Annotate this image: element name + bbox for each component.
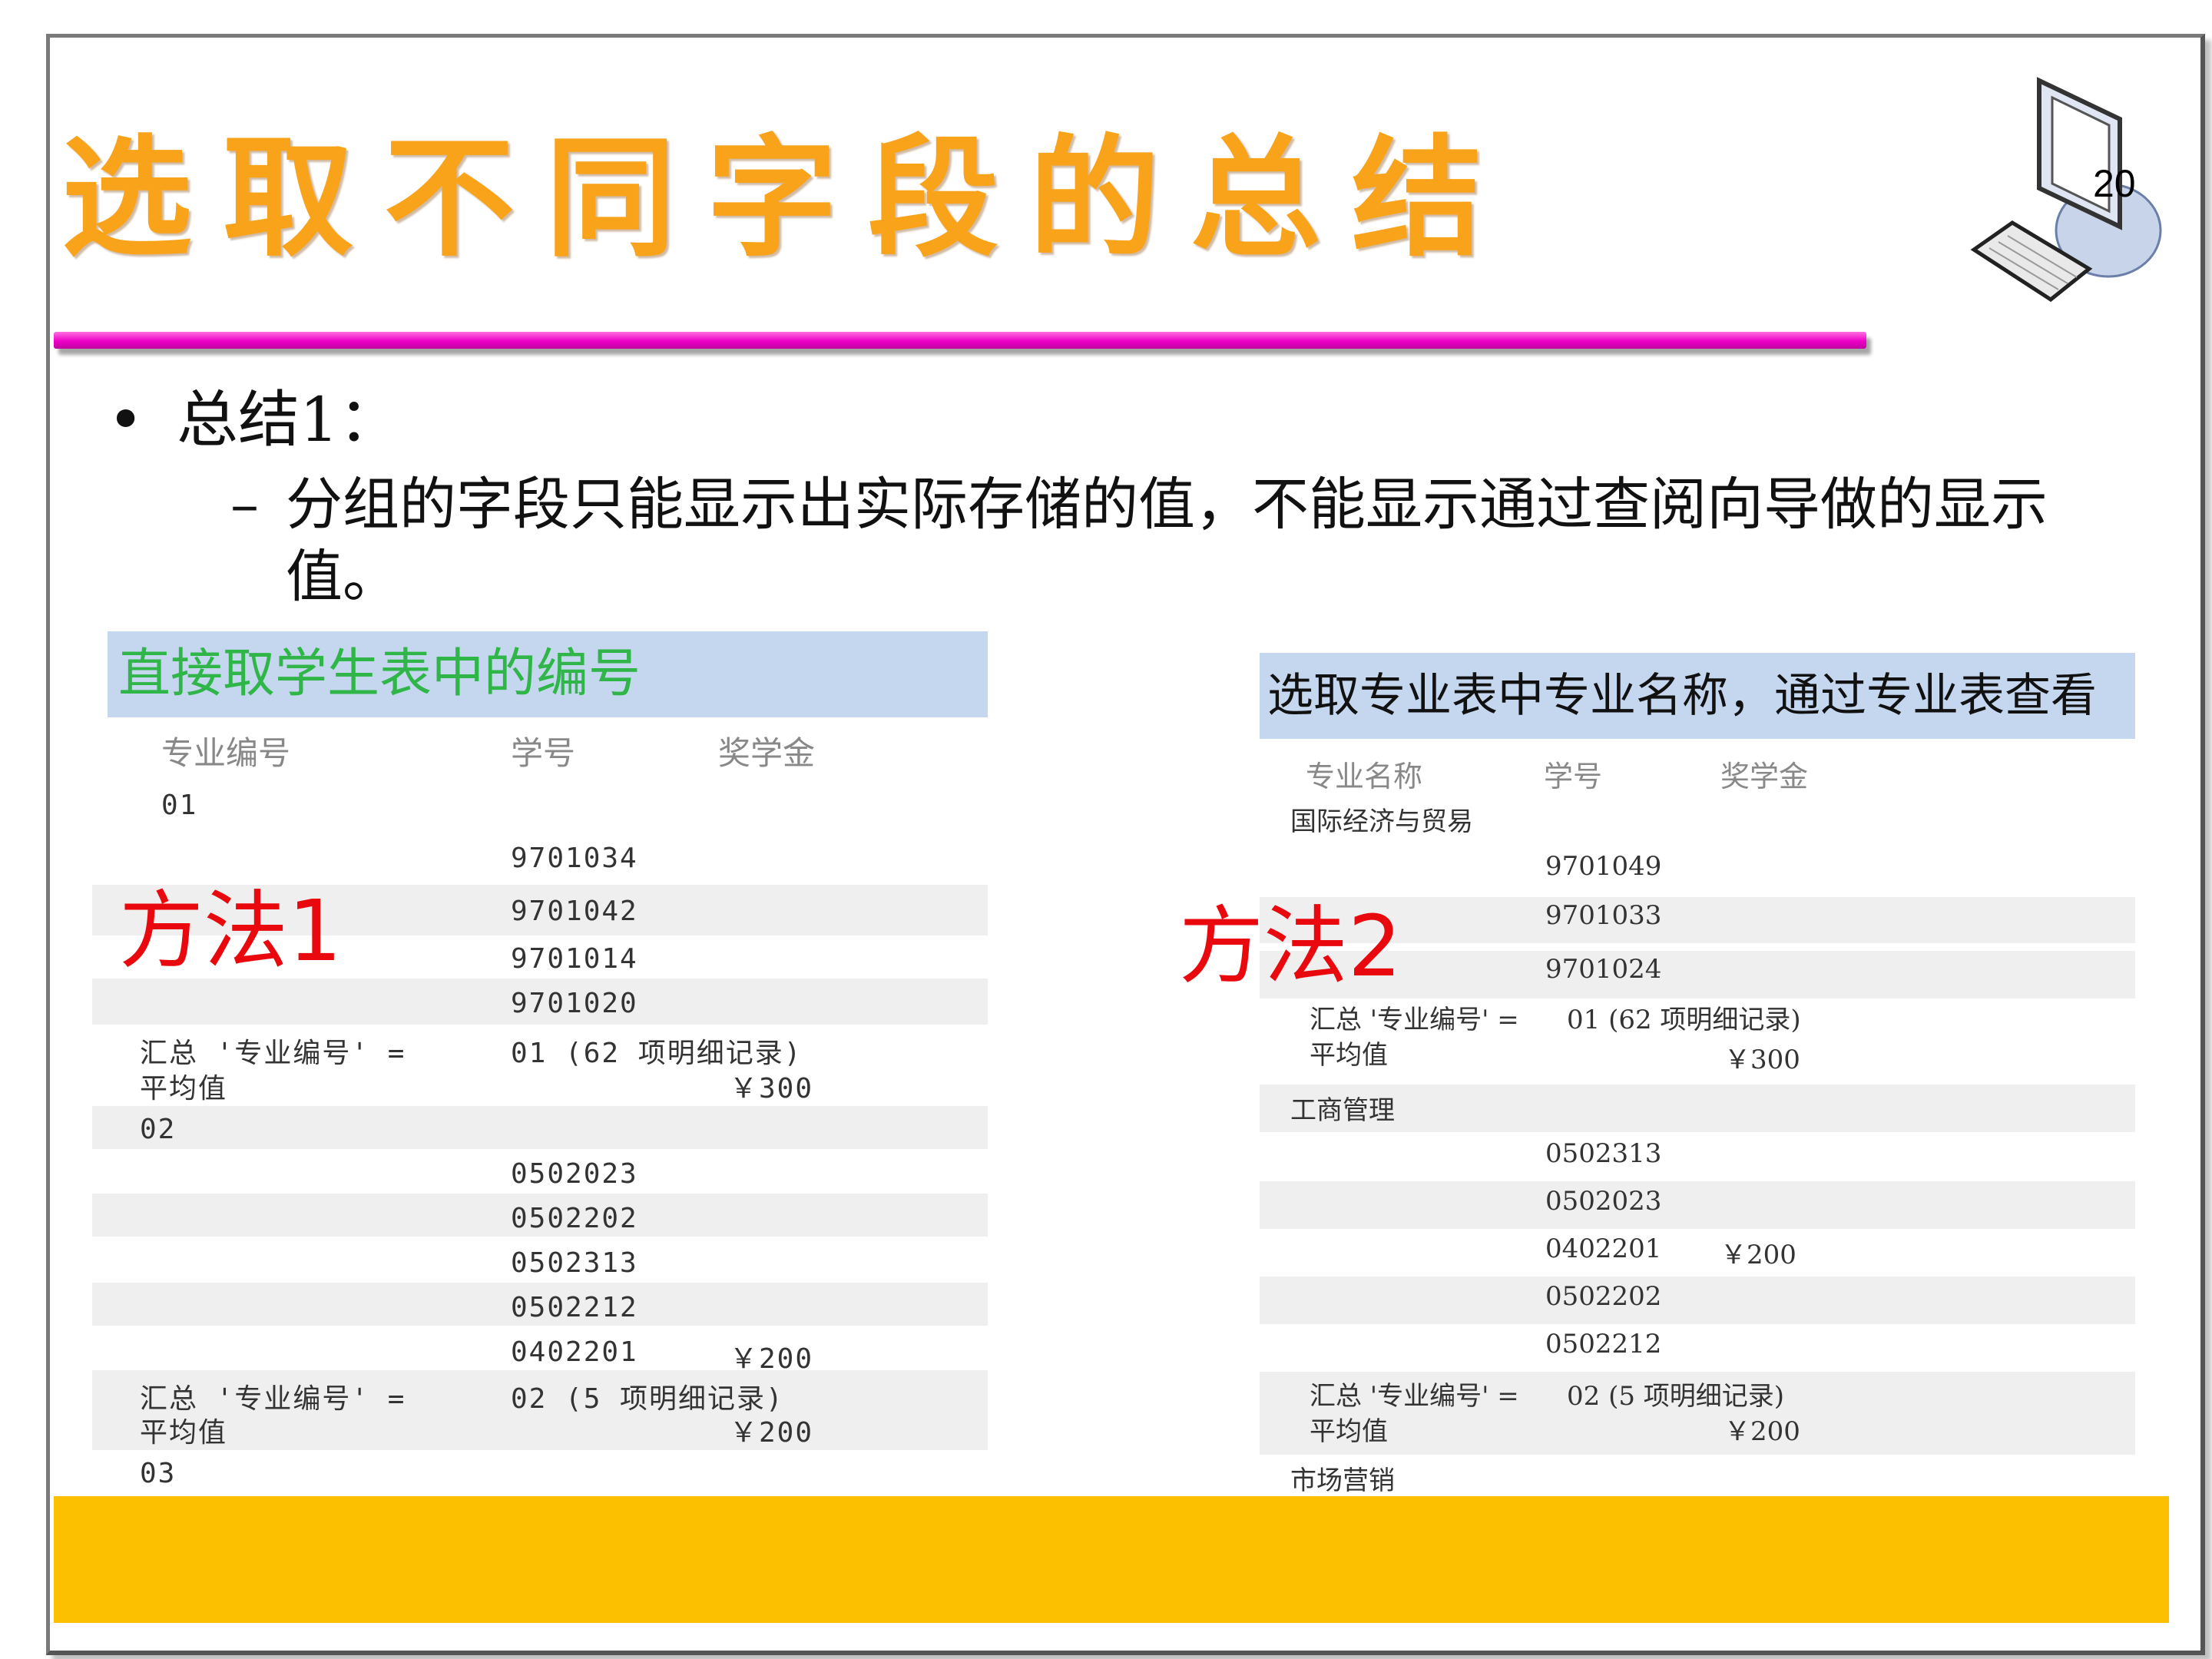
student-id: 9701024 (1545, 954, 1662, 985)
panel1-caption: 直接取学生表中的编号 (108, 631, 988, 717)
average-label: 平均值 (140, 1417, 228, 1449)
group-label: 03 (140, 1458, 177, 1489)
summary-label: 汇总 '专业编号' = (1310, 1381, 1519, 1412)
row-band (92, 1106, 988, 1149)
student-id: 9701034 (511, 843, 638, 874)
student-id: 0402201 (1545, 1233, 1662, 1264)
scholarship-value: ￥200 (1720, 1240, 1796, 1270)
group-label: 市场营销 (1290, 1465, 1395, 1496)
average-label: 平均值 (1310, 1040, 1388, 1071)
student-id: 0502202 (511, 1203, 638, 1234)
student-id: 9701020 (511, 988, 638, 1019)
method2-label: 方法2 (1179, 897, 1402, 995)
column-header: 专业名称 (1306, 760, 1423, 793)
student-id: 0502202 (1545, 1281, 1662, 1312)
student-id: 0502023 (1545, 1186, 1662, 1217)
summary-label: 汇总 '专业编号' = (140, 1038, 406, 1069)
summary-count: 01 (62 项明细记录) (1567, 1005, 1801, 1035)
method1-label: 方法1 (119, 882, 342, 980)
average-value: ￥200 (1724, 1416, 1800, 1447)
bullet-text: 总结1： (177, 384, 400, 455)
group-label: 工商管理 (1290, 1095, 1395, 1126)
column-header: 奖学金 (1720, 760, 1809, 793)
student-id: 0402201 (511, 1336, 638, 1368)
student-id: 9701042 (511, 896, 638, 927)
student-id: 0502023 (511, 1158, 638, 1190)
student-id: 0502313 (511, 1247, 638, 1279)
average-value: ￥300 (1724, 1045, 1800, 1075)
summary-count: 01 (62 项明细记录) (511, 1038, 803, 1069)
title-underline (54, 332, 1866, 349)
student-id: 0502313 (1545, 1138, 1662, 1169)
slide-title: 选取不同字段的总结 (61, 121, 1514, 275)
column-header: 奖学金 (718, 734, 816, 772)
average-value: ￥300 (730, 1073, 814, 1104)
page-number: 20 (2093, 162, 2136, 205)
summary-count: 02 (5 项明细记录) (1567, 1381, 1785, 1412)
student-id: 9701049 (1545, 851, 1662, 882)
bullet-dot: • (108, 384, 144, 455)
student-id: 9701014 (511, 943, 638, 975)
row-band (1260, 1277, 2135, 1324)
summary-label: 汇总 '专业编号' = (1310, 1005, 1519, 1035)
group-label: 国际经济与贸易 (1290, 806, 1473, 837)
group-label: 01 (161, 790, 198, 821)
sub-text: 分组的字段只能显示出实际存储的值，不能显示通过查阅向导做的显示值。 (286, 472, 2048, 610)
sub-bullet: – 分组的字段只能显示出实际存储的值，不能显示通过查阅向导做的显示值。 (230, 469, 2104, 613)
row-band (1260, 1181, 2135, 1229)
column-header: 专业编号 (161, 734, 291, 772)
student-id: 9701033 (1545, 900, 1662, 931)
sub-dash: – (230, 472, 259, 538)
bullet-summary: • 总结1： (108, 370, 400, 459)
panel2-caption: 选取专业表中专业名称，通过专业表查看 (1260, 653, 2135, 739)
report-panel-method2: 选取专业表中专业名称，通过专业表查看 专业名称 学号 奖学金 国际经济与贸易 9… (1179, 653, 2143, 1496)
average-label: 平均值 (140, 1073, 228, 1104)
group-label: 02 (140, 1114, 177, 1145)
student-id: 0502212 (511, 1292, 638, 1323)
student-id: 0502212 (1545, 1329, 1662, 1359)
average-value: ￥200 (730, 1417, 814, 1449)
average-label: 平均值 (1310, 1416, 1388, 1447)
column-header: 学号 (511, 734, 576, 772)
scholarship-value: ￥200 (730, 1343, 814, 1375)
column-header: 学号 (1544, 760, 1603, 793)
computer-icon (1970, 77, 2162, 303)
report-panel-method1: 直接取学生表中的编号 专业编号 学号 奖学金 01 9701034 970104… (92, 631, 988, 1492)
footer-bar (54, 1496, 2169, 1623)
